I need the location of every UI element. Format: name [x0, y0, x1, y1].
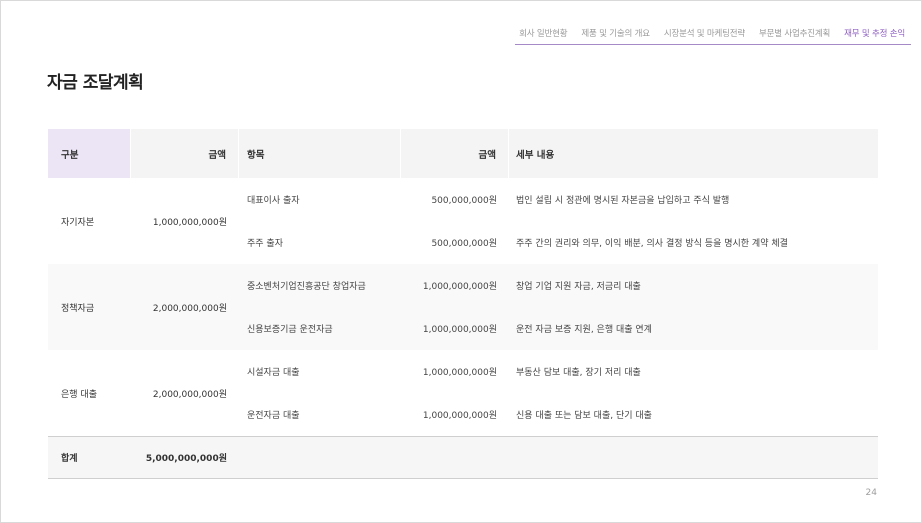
- row-item: 대표이사 출자: [247, 196, 300, 206]
- row-detail: 부동산 담보 대출, 장기 저리 대출: [516, 368, 641, 378]
- nav-item-product-tech[interactable]: 제품 및 기술의 개요: [581, 27, 650, 39]
- table-row: 시설자금 대출 1,000,000,000원 부동산 담보 대출, 장기 저리 …: [239, 350, 878, 393]
- table-group-bank-loan: 은행 대출 2,000,000,000원 시설자금 대출 1,000,000,0…: [48, 350, 878, 436]
- header-detail: 세부 내용: [516, 149, 555, 161]
- row-amount: 1,000,000,000원: [422, 368, 497, 378]
- header-category: 구분: [48, 129, 131, 178]
- row-detail: 주주 간의 권리와 의무, 이익 배분, 의사 결정 방식 등을 명시한 계약 …: [516, 239, 788, 249]
- row-amount: 1,000,000,000원: [422, 411, 497, 421]
- total-amount: 5,000,000,000원: [145, 454, 227, 464]
- row-detail: 신용 대출 또는 담보 대출, 단기 대출: [516, 411, 652, 421]
- group-amount: 2,000,000,000원: [152, 389, 227, 400]
- nav-item-market-analysis[interactable]: 시장분석 및 마케팅전략: [664, 27, 745, 39]
- table-total-row: 합계 5,000,000,000원: [48, 436, 878, 479]
- group-category: 자기자본: [61, 217, 95, 228]
- group-category: 은행 대출: [61, 389, 97, 400]
- table-group-equity: 자기자본 1,000,000,000원 대표이사 출자 500,000,000원…: [48, 178, 878, 264]
- table-row: 운전자금 대출 1,000,000,000원 신용 대출 또는 담보 대출, 단…: [239, 393, 878, 436]
- header-amount: 금액: [131, 129, 239, 178]
- row-amount: 1,000,000,000원: [422, 325, 497, 335]
- row-item: 신용보증기금 운전자금: [247, 325, 333, 335]
- table-group-policy-fund: 정책자금 2,000,000,000원 중소벤처기업진흥공단 창업자금 1,00…: [48, 264, 878, 350]
- row-item: 주주 출자: [247, 239, 283, 249]
- table-row: 중소벤처기업진흥공단 창업자금 1,000,000,000원 창업 기업 지원 …: [239, 264, 878, 307]
- section-nav: 회사 일반현황 제품 및 기술의 개요 시장분석 및 마케팅전략 부문별 사업추…: [515, 27, 911, 45]
- row-amount: 500,000,000원: [431, 239, 497, 249]
- header-item: 항목: [239, 129, 401, 178]
- table-row: 대표이사 출자 500,000,000원 법인 설립 시 정관에 명시된 자본금…: [239, 178, 878, 221]
- row-item: 중소벤처기업진흥공단 창업자금: [247, 282, 366, 292]
- row-amount: 500,000,000원: [431, 196, 497, 206]
- table-row: 주주 출자 500,000,000원 주주 간의 권리와 의무, 이익 배분, …: [239, 221, 878, 264]
- group-amount: 2,000,000,000원: [152, 303, 227, 314]
- page-number: 24: [865, 488, 877, 498]
- row-detail: 법인 설립 시 정관에 명시된 자본금을 납입하고 주식 발행: [516, 196, 730, 206]
- row-detail: 운전 자금 보증 지원, 은행 대출 연계: [516, 325, 652, 335]
- page-title: 자금 조달계획: [47, 73, 144, 93]
- slide-page: 회사 일반현황 제품 및 기술의 개요 시장분석 및 마케팅전략 부문별 사업추…: [0, 0, 922, 523]
- table-row: 신용보증기금 운전자금 1,000,000,000원 운전 자금 보증 지원, …: [239, 307, 878, 350]
- row-item: 시설자금 대출: [247, 368, 300, 378]
- nav-item-finance[interactable]: 재무 및 추정 손익: [844, 27, 905, 39]
- nav-item-company-overview[interactable]: 회사 일반현황: [519, 27, 567, 39]
- total-label: 합계: [61, 454, 78, 464]
- group-category: 정책자금: [61, 303, 95, 314]
- row-detail: 창업 기업 지원 자금, 저금리 대출: [516, 282, 641, 292]
- row-amount: 1,000,000,000원: [422, 282, 497, 292]
- group-amount: 1,000,000,000원: [152, 217, 227, 228]
- header-item-amount: 금액: [401, 129, 509, 178]
- row-item: 운전자금 대출: [247, 411, 300, 421]
- nav-item-business-plan[interactable]: 부문별 사업추진계획: [759, 27, 830, 39]
- funding-table: 구분 금액 항목 금액 세부 내용 자기자본 1,000,000,000원 대표…: [48, 129, 878, 479]
- table-header: 구분 금액 항목 금액 세부 내용: [48, 129, 878, 178]
